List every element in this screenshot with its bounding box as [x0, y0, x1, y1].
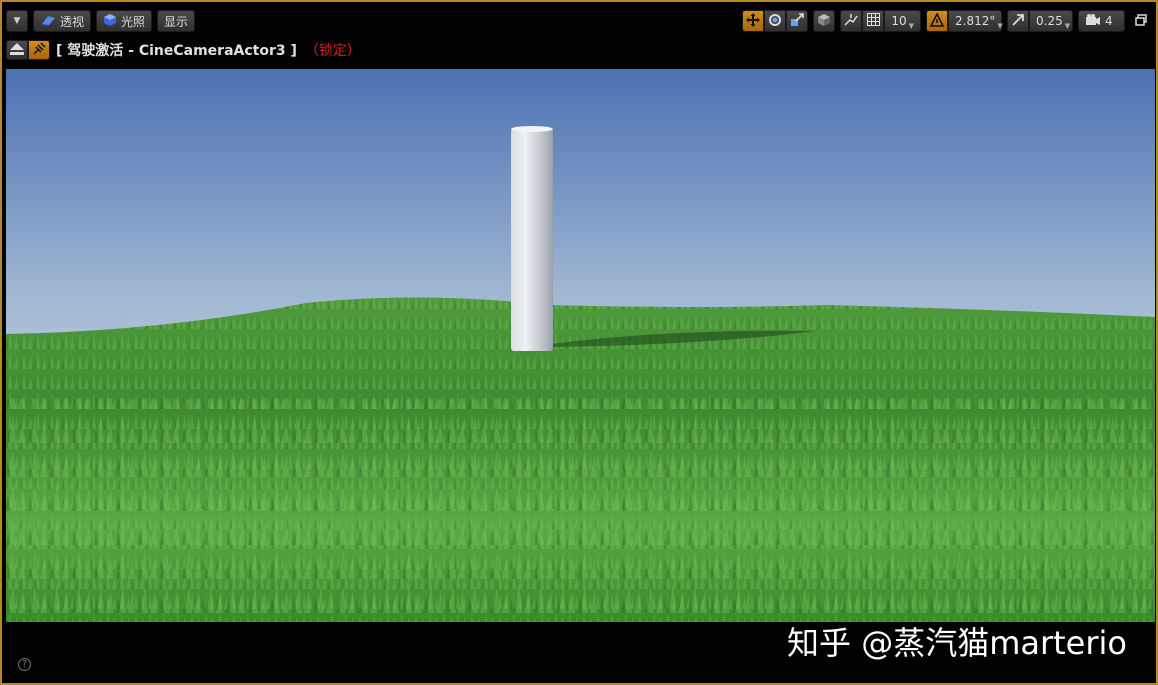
- pilot-bar: [ 驾驶激活 - CineCameraActor3 ] （锁定）: [6, 39, 1152, 61]
- scale-icon: [790, 12, 805, 30]
- lit-button[interactable]: 光照: [96, 10, 153, 32]
- transform-mode-group: [742, 10, 809, 32]
- maximize-viewport-button[interactable]: [1130, 10, 1152, 32]
- scene-render: [6, 69, 1155, 622]
- chevron-down-icon: ▼: [1064, 22, 1071, 30]
- lock-pilot-button[interactable]: [28, 40, 50, 60]
- pilot-status-label: [ 驾驶激活 - CineCameraActor3 ]: [56, 43, 297, 59]
- eject-pilot-button[interactable]: [6, 40, 28, 60]
- grid-icon: [866, 13, 880, 29]
- scale-snap-value-dropdown[interactable]: 0.25 ▼: [1029, 10, 1073, 32]
- rotation-snap-value-dropdown[interactable]: 2.812° ▼: [948, 10, 1003, 32]
- chevron-down-icon: ▼: [908, 22, 914, 30]
- surface-snap-button[interactable]: [840, 10, 863, 32]
- grid-snap-value: 10: [891, 14, 907, 28]
- show-label: 显示: [164, 14, 189, 29]
- move-arrows-icon: [746, 12, 761, 30]
- camera-speed-button[interactable]: 4: [1078, 10, 1125, 32]
- watermark-text: 知乎 @蒸汽猫marterio: [787, 624, 1127, 662]
- rotation-snap-toggle-button[interactable]: [926, 10, 948, 32]
- restore-window-icon: [1135, 13, 1147, 29]
- grid-snap-group: 10 ▼: [840, 10, 921, 32]
- pilot-actor-icon: [32, 41, 46, 59]
- scale-snap-value: 0.25: [1036, 14, 1063, 28]
- chevron-down-icon: ▼: [997, 22, 1003, 30]
- rotation-snap-group: 2.812° ▼: [926, 10, 1003, 32]
- camera-icon: [1085, 13, 1101, 29]
- pilot-controls: [6, 40, 50, 60]
- lit-sphere-icon: [103, 13, 117, 30]
- cube-icon: [817, 13, 831, 30]
- help-icon[interactable]: ?: [18, 658, 31, 671]
- chevron-down-icon: ▼: [13, 16, 21, 26]
- cylinder-pillar[interactable]: [511, 126, 553, 351]
- viewport-footer: ? 知乎 @蒸汽猫marterio: [6, 622, 1155, 683]
- camera-speed-value: 4: [1105, 14, 1113, 28]
- perspective-button[interactable]: 透视: [33, 10, 92, 32]
- scene-viewport[interactable]: [6, 69, 1155, 622]
- scale-mode-button[interactable]: [786, 10, 809, 32]
- locked-status-label: （锁定）: [304, 43, 361, 59]
- angle-icon: [929, 11, 945, 30]
- scale-arrow-icon: [1011, 13, 1025, 30]
- show-button[interactable]: 显示: [157, 10, 196, 32]
- viewport-options-button[interactable]: ▼: [6, 10, 28, 32]
- rotate-mode-button[interactable]: [764, 10, 787, 32]
- world-local-toggle-button[interactable]: [813, 10, 836, 32]
- grid-snap-toggle-button[interactable]: [862, 10, 885, 32]
- lit-label: 光照: [121, 14, 146, 29]
- eject-icon: [10, 42, 24, 58]
- rotate-icon: [768, 13, 782, 30]
- rotation-snap-value: 2.812°: [955, 14, 996, 28]
- grid-snap-value-dropdown[interactable]: 10 ▼: [884, 10, 921, 32]
- viewport-toolbar: ▼ 透视 光照 显示 10 ▼ 2.812° ▼ 0.25 ▼ 4: [6, 8, 1152, 34]
- perspective-cube-icon: [40, 14, 56, 29]
- viewport-window: ▼ 透视 光照 显示 10 ▼ 2.812° ▼ 0.25 ▼ 4 [驾驶激活…: [0, 0, 1158, 685]
- perspective-label: 透视: [60, 14, 85, 29]
- translate-mode-button[interactable]: [742, 10, 765, 32]
- surface-snap-icon: [844, 13, 858, 30]
- scale-snap-toggle-button[interactable]: [1007, 10, 1029, 32]
- scale-snap-group: 0.25 ▼: [1007, 10, 1073, 32]
